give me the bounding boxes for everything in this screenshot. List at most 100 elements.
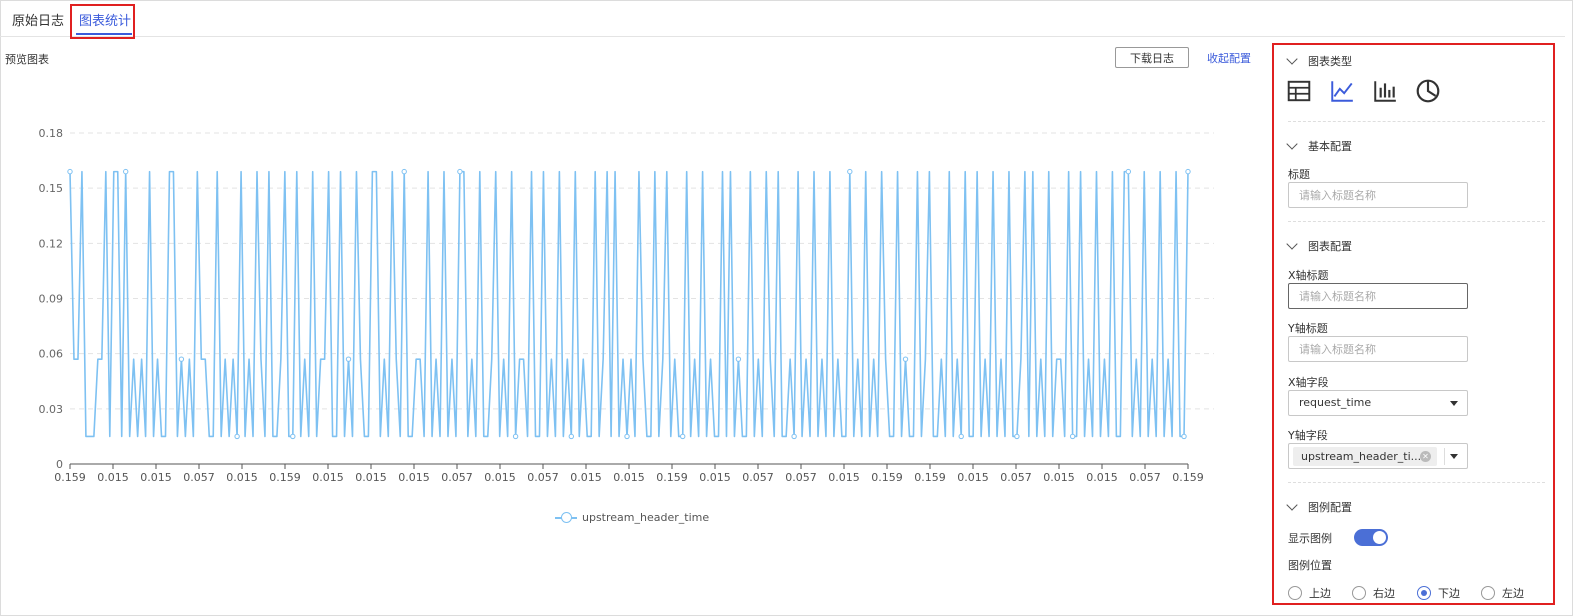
x-axis-field-label: X轴字段	[1288, 376, 1329, 389]
caret-down-icon	[1450, 454, 1458, 459]
x-tick-label: 0.057	[183, 471, 215, 484]
chevron-down-icon	[1286, 499, 1298, 511]
radio-label: 左边	[1502, 587, 1524, 600]
x-axis-field-value: request_time	[1299, 396, 1372, 409]
y-tick-label: 0.09	[39, 293, 64, 306]
x-tick-label: 0.159	[656, 471, 688, 484]
chart-type-header-text: 图表类型	[1308, 55, 1352, 68]
x-axis-title-label: X轴标题	[1288, 269, 1329, 282]
y-axis-field-label: Y轴字段	[1288, 429, 1328, 442]
x-tick-label: 0.159	[269, 471, 301, 484]
y-tick-label: 0.03	[39, 403, 64, 416]
close-icon[interactable]: ✕	[1420, 451, 1431, 462]
chevron-down-icon	[1286, 53, 1298, 65]
section-divider	[1288, 221, 1545, 222]
x-tick-label: 0.057	[785, 471, 817, 484]
section-divider	[1288, 121, 1545, 122]
y-tick-label: 0.15	[39, 182, 64, 195]
x-tick-label: 0.159	[1172, 471, 1204, 484]
chevron-down-icon	[1286, 138, 1298, 150]
section-divider	[1288, 482, 1545, 483]
caret-down-icon	[1450, 401, 1458, 406]
data-point	[735, 356, 742, 362]
tab-bar: 原始日志 图表统计	[0, 0, 1565, 39]
x-tick-label: 0.015	[226, 471, 258, 484]
y-tick-label: 0.06	[39, 348, 64, 361]
select-divider	[1444, 448, 1445, 465]
data-point	[680, 433, 686, 440]
table-icon[interactable]	[1286, 78, 1312, 104]
tab-raw-log[interactable]: 原始日志	[12, 10, 64, 29]
legend-position-top-radio[interactable]: 上边	[1288, 585, 1331, 601]
data-point	[457, 168, 463, 175]
x-tick-label: 0.015	[1043, 471, 1075, 484]
chart-type-section-header[interactable]: 图表类型	[1286, 53, 1352, 69]
line-chart-icon[interactable]	[1329, 78, 1355, 104]
data-point	[1125, 168, 1132, 175]
x-tick-label: 0.015	[1086, 471, 1118, 484]
data-point	[345, 356, 352, 362]
data-point	[568, 433, 575, 440]
data-point	[401, 168, 407, 175]
data-point	[290, 433, 296, 440]
collapse-config-link[interactable]: 收起配置	[1207, 50, 1251, 66]
basic-config-section-header[interactable]: 基本配置	[1286, 138, 1352, 154]
chart-legend[interactable]: upstream_header_time	[555, 509, 709, 525]
chart-config-header-text: 图表配置	[1308, 240, 1352, 253]
chart-config-section-header[interactable]: 图表配置	[1286, 238, 1352, 254]
radio-label: 右边	[1373, 587, 1395, 600]
legend-position-bottom-radio[interactable]: 下边	[1417, 585, 1460, 601]
data-point	[234, 433, 240, 440]
data-point	[512, 433, 519, 440]
x-tick-label: 0.057	[527, 471, 559, 484]
legend-series-label: upstream_header_time	[582, 510, 710, 524]
chevron-down-icon	[1286, 238, 1298, 250]
y-axis-title-label: Y轴标题	[1288, 322, 1328, 335]
download-log-button[interactable]: 下载日志	[1115, 47, 1189, 68]
legend-position-label: 图例位置	[1288, 559, 1332, 572]
toggle-knob	[1373, 531, 1386, 544]
radio-checked-icon	[1417, 586, 1431, 600]
data-point	[958, 433, 964, 440]
x-tick-label: 0.159	[914, 471, 946, 484]
line-chart: 0.180.150.120.090.060.0300.159 0.015 0.015…	[39, 127, 1214, 484]
legend-position-right-radio[interactable]: 右边	[1352, 585, 1395, 601]
x-tick-label: 0.015	[140, 471, 172, 484]
y-axis-field-select[interactable]: upstream_header_ti... ✕	[1288, 443, 1468, 469]
x-tick-label: 0.057	[1000, 471, 1032, 484]
preview-chart-label: 预览图表	[5, 53, 49, 66]
y-axis-title-input[interactable]	[1288, 336, 1468, 362]
y-field-tag: upstream_header_ti... ✕	[1293, 447, 1437, 466]
radio-label: 上边	[1309, 587, 1331, 600]
x-tick-label: 0.159	[54, 471, 86, 484]
x-tick-label: 0.015	[570, 471, 602, 484]
data-point	[624, 433, 630, 440]
bar-chart-icon[interactable]	[1372, 78, 1398, 104]
pie-chart-icon[interactable]	[1415, 78, 1441, 104]
title-input[interactable]	[1288, 182, 1468, 208]
data-point	[123, 168, 129, 175]
x-axis-field-select[interactable]: request_time	[1288, 390, 1468, 416]
tab-highlight-box	[70, 4, 135, 39]
x-tick-label: 0.015	[957, 471, 989, 484]
data-point	[178, 356, 185, 362]
data-point	[1069, 433, 1076, 440]
legend-position-left-radio[interactable]: 左边	[1481, 585, 1524, 601]
y-tick-label: 0.18	[39, 127, 64, 140]
x-tick-label: 0.015	[312, 471, 344, 484]
show-legend-toggle[interactable]	[1354, 529, 1388, 546]
x-tick-label: 0.015	[398, 471, 430, 484]
x-tick-label: 0.057	[1129, 471, 1161, 484]
x-axis-title-input[interactable]	[1288, 283, 1468, 309]
series-line-upstream-header-time	[69, 170, 1189, 438]
x-tick-label: 0.015	[613, 471, 645, 484]
radio-unchecked-icon	[1352, 586, 1366, 600]
legend-config-section-header[interactable]: 图例配置	[1286, 499, 1352, 515]
radio-label: 下边	[1438, 587, 1460, 600]
y-field-tag-text: upstream_header_ti...	[1301, 450, 1422, 463]
show-legend-label: 显示图例	[1288, 532, 1332, 545]
x-tick-label: 0.057	[742, 471, 774, 484]
x-tick-label: 0.159	[871, 471, 903, 484]
x-tick-label: 0.015	[484, 471, 516, 484]
legend-config-header-text: 图例配置	[1308, 501, 1352, 514]
